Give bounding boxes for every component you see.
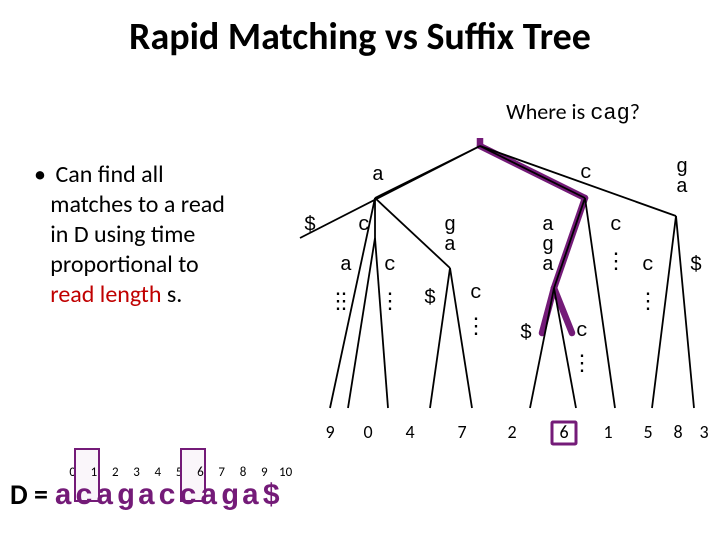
d-string: acagaccaga$ bbox=[54, 480, 283, 514]
suffix-tree: $ a c g a ⋮ c a ⋮ c ⋮ g bbox=[290, 138, 710, 438]
svg-text:c: c bbox=[384, 254, 396, 277]
svg-text:$: $ bbox=[520, 322, 532, 345]
svg-text:a: a bbox=[372, 164, 384, 187]
subtitle-suffix: ? bbox=[630, 98, 640, 125]
leaf-6: 6 bbox=[559, 421, 568, 443]
subtitle: Where is cag? bbox=[506, 98, 640, 126]
bullet-line1: Can find all bbox=[55, 160, 163, 189]
svg-text:c: c bbox=[642, 254, 654, 277]
subtitle-prefix: Where is bbox=[506, 98, 590, 125]
svg-text:c: c bbox=[358, 214, 370, 237]
bullet-body: • Can find all matches to a read in D us… bbox=[34, 160, 294, 310]
svg-text:$: $ bbox=[424, 287, 436, 310]
svg-text:c: c bbox=[470, 282, 482, 305]
bullet-line3: in D using time bbox=[50, 220, 195, 249]
d-string-row: D = acagaccaga$ bbox=[10, 477, 283, 514]
bullet-dot: • bbox=[34, 160, 50, 190]
leaf-3: 3 bbox=[699, 421, 708, 443]
leaf-1: 1 bbox=[603, 421, 612, 443]
svg-text:a: a bbox=[340, 254, 352, 277]
svg-text:⋮: ⋮ bbox=[465, 313, 487, 338]
bullet-line4: proportional to bbox=[50, 250, 198, 279]
svg-text:c: c bbox=[576, 320, 588, 343]
svg-text:c: c bbox=[610, 214, 622, 237]
svg-text:⋮: ⋮ bbox=[379, 288, 401, 313]
leaf-4: 4 bbox=[405, 421, 414, 443]
bullet-highlight: read length bbox=[50, 280, 161, 309]
svg-text:$: $ bbox=[690, 254, 702, 277]
leaf-2: 2 bbox=[507, 421, 516, 443]
bullet-line2: matches to a read bbox=[50, 190, 225, 219]
svg-text:a: a bbox=[676, 176, 688, 199]
leaf-8: 8 bbox=[673, 421, 682, 443]
leaf-7: 7 bbox=[457, 421, 466, 443]
subtitle-query: cag bbox=[590, 101, 630, 126]
svg-text:⋮: ⋮ bbox=[605, 248, 627, 273]
svg-text:⋮: ⋮ bbox=[333, 288, 355, 313]
highlight-box-1 bbox=[74, 448, 100, 502]
leaf-0: 0 bbox=[363, 421, 372, 443]
leaf-9: 9 bbox=[325, 421, 334, 443]
svg-text:a: a bbox=[542, 254, 554, 277]
svg-text:a: a bbox=[444, 234, 456, 257]
d-prefix: D = bbox=[10, 477, 54, 512]
bullet-after: s. bbox=[161, 280, 182, 309]
highlight-box-6 bbox=[180, 448, 206, 502]
leaf-5: 5 bbox=[643, 421, 652, 443]
svg-text:⋮: ⋮ bbox=[571, 350, 593, 375]
slide-title: Rapid Matching vs Suffix Tree bbox=[0, 14, 720, 60]
svg-text:$: $ bbox=[304, 214, 316, 237]
svg-text:⋮: ⋮ bbox=[637, 288, 659, 313]
